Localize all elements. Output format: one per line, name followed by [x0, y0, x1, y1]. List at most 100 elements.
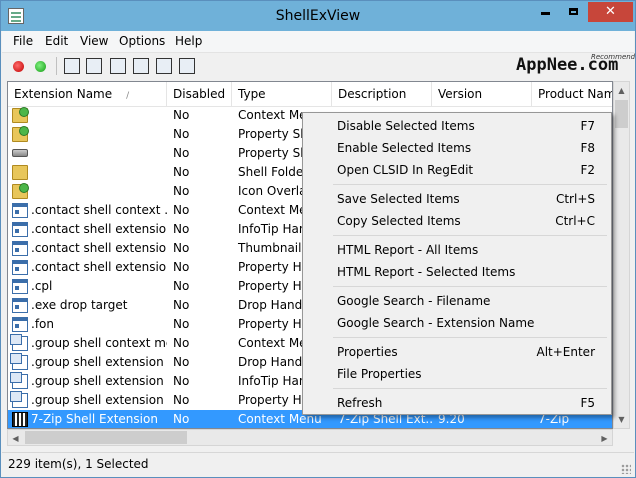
- cell-extension-name: .contact shell extension...: [8, 258, 167, 277]
- cell-disabled: No: [173, 355, 190, 369]
- column-disabled[interactable]: Disabled: [167, 82, 232, 106]
- cell-disabled: No: [173, 412, 190, 426]
- exit-icon[interactable]: [179, 58, 195, 74]
- menu-item-label: Refresh: [337, 396, 383, 410]
- extension-name-text: .group shell extension h...: [31, 355, 167, 369]
- folder-green-icon: [12, 107, 29, 123]
- menu-item-google-search-filename[interactable]: Google Search - Filename: [305, 290, 609, 312]
- cell-disabled: No: [173, 298, 190, 312]
- group-icon: [10, 334, 28, 351]
- disable-red-icon[interactable]: [13, 61, 24, 72]
- cell-disabled: No: [173, 146, 190, 160]
- menu-separator: [333, 337, 607, 338]
- maximize-button[interactable]: [560, 2, 586, 22]
- cell-disabled: No: [173, 393, 190, 407]
- extension-name-text: .group shell extension h...: [31, 393, 167, 407]
- menu-separator: [333, 235, 607, 236]
- window-icon: [12, 279, 28, 294]
- menu-item-label: Google Search - Filename: [337, 294, 491, 308]
- folder-green-icon: [12, 126, 29, 142]
- extension-name-text: .contact shell extension...: [31, 241, 167, 255]
- cell-disabled: No: [173, 260, 190, 274]
- cell-extension-name: .contact shell context ...: [8, 201, 167, 220]
- cell-extension-name: .group shell extension h...: [8, 372, 167, 391]
- enable-green-icon[interactable]: [35, 61, 46, 72]
- maximize-icon: [568, 8, 578, 15]
- refresh-icon[interactable]: [86, 58, 102, 74]
- scroll-right-icon[interactable]: ▶: [597, 430, 612, 447]
- menu-item-label: File Properties: [337, 367, 422, 381]
- menu-item-html-report-all-items[interactable]: HTML Report - All Items: [305, 239, 609, 261]
- menu-separator: [333, 184, 607, 185]
- window-icon: [12, 203, 28, 218]
- extension-name-text: .contact shell extension...: [31, 222, 167, 236]
- menu-file[interactable]: File: [13, 34, 33, 48]
- menu-options[interactable]: Options: [119, 34, 165, 48]
- menu-item-label: Open CLSID In RegEdit: [337, 163, 474, 177]
- column-version[interactable]: Version: [432, 82, 532, 106]
- context-menu: Disable Selected Items F7 Enable Selected …: [302, 112, 612, 415]
- menu-item-disable-selected-items[interactable]: Disable Selected Items F7: [305, 115, 609, 137]
- menu-item-save-selected-items[interactable]: Save Selected Items Ctrl+S: [305, 188, 609, 210]
- menu-item-file-properties[interactable]: File Properties: [305, 363, 609, 385]
- cell-extension-name: .cpl: [8, 277, 167, 296]
- menu-item-label: Copy Selected Items: [337, 214, 461, 228]
- menu-item-enable-selected-items[interactable]: Enable Selected Items F8: [305, 137, 609, 159]
- minimize-button[interactable]: [532, 2, 558, 22]
- horizontal-scroll-thumb[interactable]: [25, 431, 187, 444]
- save-icon[interactable]: [64, 58, 80, 74]
- menu-item-label: Save Selected Items: [337, 192, 460, 206]
- window-icon: [12, 222, 28, 237]
- menu-item-refresh[interactable]: Refresh F5: [305, 392, 609, 414]
- group-icon: [10, 372, 28, 389]
- window-icon: [12, 317, 28, 332]
- menu-item-google-search-extension-name[interactable]: Google Search - Extension Name: [305, 312, 609, 334]
- find-icon[interactable]: [156, 58, 172, 74]
- properties-icon[interactable]: [133, 58, 149, 74]
- cell-extension-name: .group shell context me...: [8, 334, 167, 353]
- menu-item-shortcut: Alt+Enter: [536, 345, 595, 359]
- column-description[interactable]: Description: [332, 82, 432, 106]
- menu-view[interactable]: View: [80, 34, 108, 48]
- close-button[interactable]: ✕: [588, 2, 633, 22]
- status-bar: 229 item(s), 1 Selected: [2, 452, 634, 477]
- menu-item-html-report-selected-items[interactable]: HTML Report - Selected Items: [305, 261, 609, 283]
- cell-disabled: No: [173, 222, 190, 236]
- menu-item-properties[interactable]: Properties Alt+Enter: [305, 341, 609, 363]
- cell-extension-name: .fon: [8, 315, 167, 334]
- cell-disabled: No: [173, 165, 190, 179]
- cell-extension-name: [8, 144, 167, 163]
- menu-item-shortcut: F8: [580, 141, 595, 155]
- horizontal-scrollbar[interactable]: ◀ ▶: [7, 429, 613, 446]
- menu-item-open-clsid-in-regedit[interactable]: Open CLSID In RegEdit F2: [305, 159, 609, 181]
- extension-name-text: .contact shell extension...: [31, 260, 167, 274]
- minimize-icon: [540, 12, 550, 15]
- menu-edit[interactable]: Edit: [45, 34, 68, 48]
- menu-item-label: HTML Report - Selected Items: [337, 265, 516, 279]
- scroll-up-icon[interactable]: ▲: [614, 82, 629, 99]
- extension-name-text: .group shell context me...: [31, 336, 167, 350]
- menu-item-label: HTML Report - All Items: [337, 243, 479, 257]
- menu-item-label: Enable Selected Items: [337, 141, 472, 155]
- resize-grip-icon[interactable]: [621, 464, 631, 474]
- menu-separator: [333, 286, 607, 287]
- vertical-scrollbar[interactable]: ▲ ▼: [613, 81, 630, 429]
- scroll-left-icon[interactable]: ◀: [8, 430, 23, 447]
- menu-help[interactable]: Help: [175, 34, 202, 48]
- vertical-scroll-thumb[interactable]: [615, 100, 628, 128]
- title-bar[interactable]: ShellExView ✕: [1, 1, 635, 31]
- cell-disabled: No: [173, 184, 190, 198]
- cell-disabled: No: [173, 374, 190, 388]
- column-type[interactable]: Type: [232, 82, 332, 106]
- cell-disabled: No: [173, 127, 190, 141]
- column-product-name[interactable]: Product Name: [532, 82, 612, 106]
- menu-item-copy-selected-items[interactable]: Copy Selected Items Ctrl+C: [305, 210, 609, 232]
- scroll-down-icon[interactable]: ▼: [614, 411, 629, 428]
- extension-name-text: .exe drop target: [31, 298, 128, 312]
- cell-disabled: No: [173, 279, 190, 293]
- folder-green-icon: [12, 183, 29, 199]
- copy-icon[interactable]: [110, 58, 126, 74]
- menu-item-shortcut: F7: [580, 119, 595, 133]
- column-extension-name[interactable]: Extension Name /: [8, 82, 167, 106]
- menu-separator: [333, 388, 607, 389]
